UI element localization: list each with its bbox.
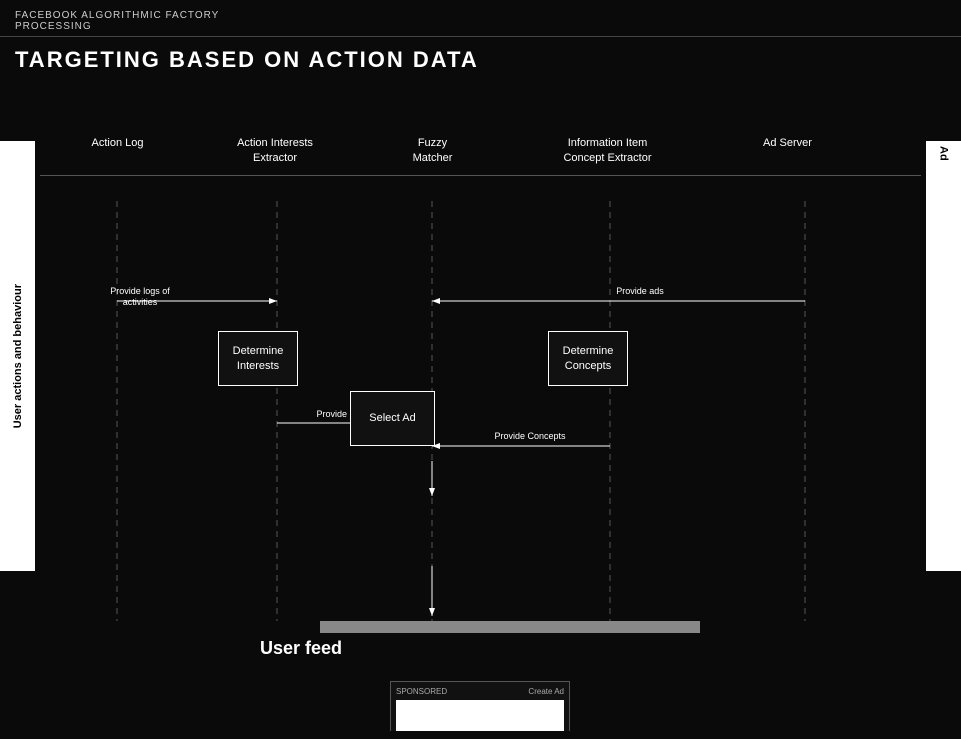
ad-card-image [396,700,564,731]
user-feed-label: User feed [260,638,700,659]
svg-text:Provide ads: Provide ads [616,286,664,296]
header: FACEBOOK ALGORITHMIC FACTORY PROCESSING [0,0,961,37]
right-label: Ad [938,146,950,161]
right-label-bar: Ad [926,141,961,571]
left-label: User actions and behaviour [12,284,24,428]
determine-concepts-box: Determine Concepts [548,331,628,386]
col-header-info-concept: Information ItemConcept Extractor [510,136,705,175]
ad-card: SPONSORED Create Ad Advertising Title li… [390,681,570,731]
col-header-ad-server: Ad Server [705,136,870,175]
create-ad-label: Create Ad [528,687,564,696]
svg-text:Provide Concepts: Provide Concepts [494,431,566,441]
select-ad-box: Select Ad [350,391,435,446]
col-header-action-log: Action Log [40,136,195,175]
col-header-action-interests: Action InterestsExtractor [195,136,355,175]
user-feed-section: User feed [260,621,700,659]
ad-card-header: SPONSORED Create Ad [396,687,564,696]
col-header-fuzzy: FuzzyMatcher [355,136,510,175]
left-label-bar: User actions and behaviour [0,141,35,571]
sponsored-label: SPONSORED [396,687,447,696]
columns-header: Action Log Action InterestsExtractor Fuz… [40,136,921,176]
diagram-container: User actions and behaviour Ad Action Log… [0,81,961,731]
determine-interests-box: Determine Interests [218,331,298,386]
svg-text:Provide logs of: Provide logs of [110,286,170,296]
user-feed-bar [320,621,700,633]
company-title: FACEBOOK ALGORITHMIC FACTORY PROCESSING [15,10,946,32]
page-title: TARGETING BASED ON ACTION DATA [0,37,961,81]
svg-text:activities: activities [123,297,158,307]
